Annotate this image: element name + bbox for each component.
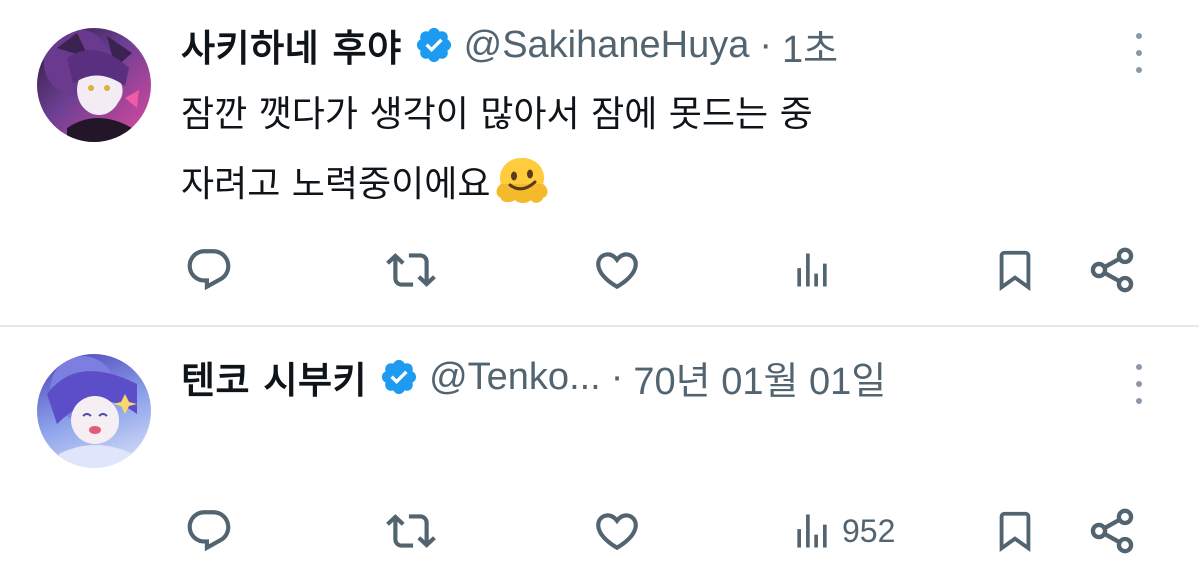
share-button[interactable] (1086, 240, 1138, 300)
more-options-icon[interactable] (1131, 33, 1147, 73)
reply-button[interactable] (184, 240, 234, 300)
reply-icon (187, 510, 231, 552)
timestamp[interactable]: 70년 01월 01일 (633, 350, 886, 405)
separator-dot: · (759, 23, 773, 66)
views-icon (797, 514, 827, 548)
views-count: 952 (842, 512, 896, 549)
reply-button[interactable] (184, 501, 234, 561)
like-button[interactable] (592, 240, 642, 300)
tweet-1[interactable]: 사키하네 후야 @SakihaneHuya · 1초 잠깐 깻다가 생각이 많아… (0, 0, 1199, 326)
reply-icon (187, 249, 231, 291)
like-icon (596, 252, 638, 290)
user-handle[interactable]: @Tenko... (429, 356, 601, 399)
tweet-header: 텐코 시부키 @Tenko... · 70년 01월 01일 (181, 350, 886, 405)
tweet-text: 잠깐 깻다가 생각이 많아서 잠에 못드는 중 자려고 노력중이에요 (181, 80, 1181, 220)
like-icon (596, 513, 638, 551)
views-button[interactable]: 952 (790, 501, 895, 561)
bookmark-icon (999, 511, 1031, 552)
tweet-text-line-with-emoji: 자려고 노력중이에요 (181, 150, 1181, 220)
timestamp[interactable]: 1초 (782, 18, 838, 73)
bookmark-button[interactable] (992, 240, 1038, 300)
avatar[interactable] (37, 354, 151, 468)
more-options-icon[interactable] (1131, 364, 1147, 404)
retweet-icon (386, 514, 436, 548)
views-icon (797, 253, 827, 287)
retweet-button[interactable] (385, 240, 437, 300)
bookmark-button[interactable] (992, 501, 1038, 561)
avatar[interactable] (37, 28, 151, 142)
retweet-button[interactable] (385, 501, 437, 561)
tweet-2[interactable]: 텐코 시부키 @Tenko... · 70년 01월 01일 952 (0, 327, 1199, 583)
like-button[interactable] (592, 501, 642, 561)
user-handle[interactable]: @SakihaneHuya (464, 24, 750, 67)
share-button[interactable] (1086, 501, 1138, 561)
views-button[interactable] (790, 240, 834, 300)
avatar-image (57, 33, 139, 142)
tweet-actions: 952 (0, 501, 1199, 561)
avatar-image (47, 371, 137, 468)
display-name[interactable]: 텐코 시부키 (181, 350, 367, 404)
share-icon (1090, 247, 1134, 293)
bookmark-icon (999, 250, 1031, 291)
tweet-text-line: 자려고 노력중이에요 (181, 164, 491, 205)
tweet-header: 사키하네 후야 @SakihaneHuya · 1초 (181, 18, 838, 73)
verified-badge-icon (382, 359, 417, 395)
share-icon (1090, 508, 1134, 554)
tweet-text-line: 잠깐 깻다가 생각이 많아서 잠에 못드는 중 (181, 94, 813, 135)
separator-dot: · (610, 355, 624, 398)
melting-face-emoji-icon (496, 158, 548, 203)
tweet-actions (0, 240, 1199, 300)
retweet-icon (386, 253, 436, 287)
verified-badge-icon (416, 27, 451, 63)
display-name[interactable]: 사키하네 후야 (181, 18, 402, 72)
